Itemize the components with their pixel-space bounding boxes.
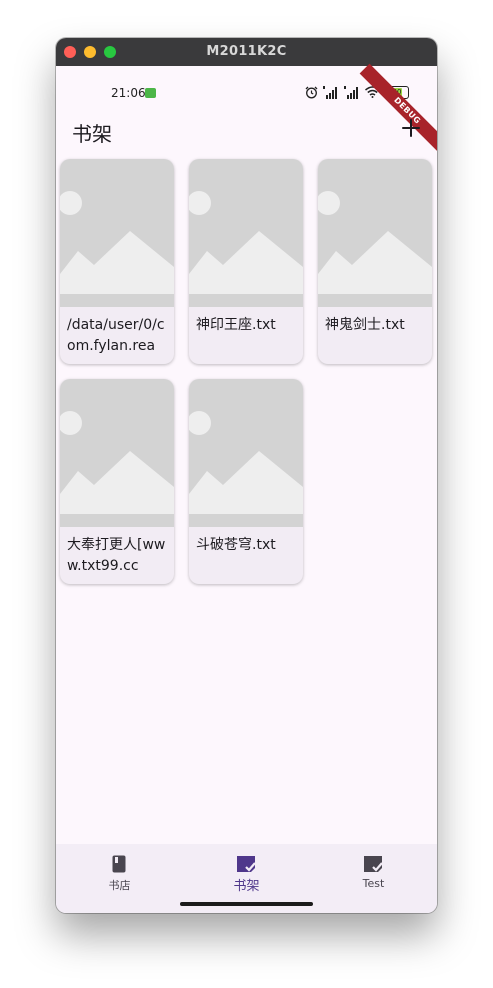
page-title: 书架 [72,122,112,146]
status-bar: 21:06 DEBUG [56,63,437,159]
book-card[interactable]: /data/user/0/com.fylan.rea [60,159,174,364]
book-title: /data/user/0/com.fylan.rea [67,317,165,354]
book-title: 大奉打更人[www.txt99.cc [67,537,166,574]
home-indicator[interactable] [180,902,313,906]
bookshelf-check-icon [364,856,383,872]
nav-label: 书架 [233,879,260,894]
nav-item-test[interactable]: Test [310,844,437,913]
window-title: M2011K2C [206,44,287,59]
book-card[interactable]: 大奉打更人[www.txt99.cc [60,379,174,584]
book-title: 神鬼剑士.txt [325,317,405,333]
book-cover-placeholder-icon [60,159,174,307]
app-bar: 书架 [56,106,437,154]
wechat-notification-icon [145,88,156,98]
bookshelf-check-icon [237,856,256,872]
window-titlebar: M2011K2C [56,38,437,66]
nav-label: 书店 [108,879,131,892]
alarm-icon [305,86,318,98]
app-window: M2011K2C 21:06 DEBUG 书架 /data/user/0/com… [56,38,437,913]
book-cover-placeholder-icon [189,379,303,527]
status-time: 21:06 [111,86,146,100]
nav-item-bookstore[interactable]: 书店 [56,844,183,913]
book-cover-placeholder-icon [318,159,432,307]
book-cover-placeholder-icon [189,159,303,307]
book-card[interactable]: 神印王座.txt [189,159,303,364]
book-title: 神印王座.txt [196,317,276,333]
book-card[interactable]: 斗破苍穹.txt [189,379,303,584]
signal-hd-icon [344,85,358,99]
book-title: 斗破苍穹.txt [196,537,276,553]
signal-hd-icon [323,85,337,99]
plus-icon[interactable] [399,116,423,140]
bottom-navigation: 书店 书架 Test [56,844,437,913]
book-icon [112,855,126,873]
nav-label: Test [362,877,385,890]
book-cover-placeholder-icon [60,379,174,527]
book-card[interactable]: 神鬼剑士.txt [318,159,432,364]
